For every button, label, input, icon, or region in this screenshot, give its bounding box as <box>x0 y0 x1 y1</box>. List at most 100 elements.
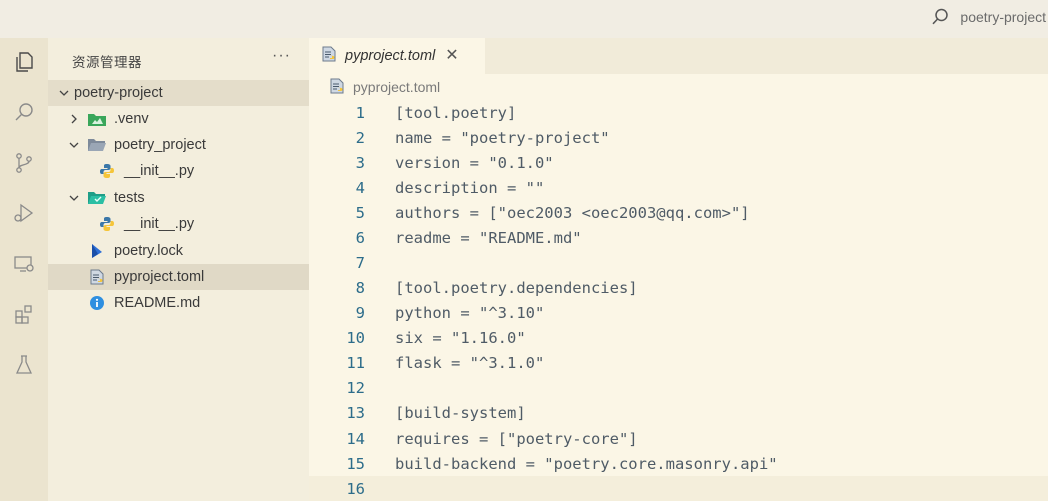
tree-item-label: poetry.lock <box>114 243 184 259</box>
code-line[interactable]: 6 readme = "README.md" <box>309 225 1048 250</box>
info-icon <box>88 295 106 311</box>
tree-item-label: tests <box>114 190 145 206</box>
activity-bar <box>0 38 48 501</box>
line-number: 8 <box>355 278 365 297</box>
line-number: 4 <box>355 178 365 197</box>
line-number: 16 <box>346 479 365 498</box>
line-number: 10 <box>346 328 365 347</box>
line-number: 14 <box>346 429 365 448</box>
tree-item-init-py[interactable]: __init__.py <box>48 158 309 184</box>
extensions-icon[interactable] <box>10 300 38 328</box>
code-line[interactable]: 16 <box>309 476 1048 501</box>
code-text: build-backend = "poetry.core.masonry.api… <box>395 454 778 473</box>
code-text: version = "0.1.0" <box>395 153 554 172</box>
python-file-icon <box>98 216 116 232</box>
breadcrumb-label: pyproject.toml <box>353 79 441 95</box>
toml-file-icon <box>329 78 345 97</box>
code-text: python = "^3.10" <box>395 303 545 322</box>
line-number: 13 <box>346 403 365 422</box>
line-number: 11 <box>346 353 365 372</box>
toml-file-icon <box>321 46 337 67</box>
tree-item-label: .venv <box>114 111 149 127</box>
run-debug-icon[interactable] <box>10 199 38 227</box>
code-line[interactable]: 13 [build-system] <box>309 400 1048 425</box>
tab-label: pyproject.toml <box>345 48 436 64</box>
tree-item-tests-folder[interactable]: tests <box>48 185 309 211</box>
python-file-icon <box>98 163 116 179</box>
tab-strip: pyproject.toml ✕ <box>309 38 1048 74</box>
venv-folder-icon <box>88 111 106 127</box>
remote-explorer-icon[interactable] <box>10 250 38 278</box>
tab-pyproject-toml[interactable]: pyproject.toml ✕ <box>309 38 485 74</box>
line-number: 9 <box>355 303 365 322</box>
code-line[interactable]: 9 python = "^3.10" <box>309 300 1048 325</box>
test-folder-icon <box>88 190 106 206</box>
code-line[interactable]: 8 [tool.poetry.dependencies] <box>309 275 1048 300</box>
code-text: authors = ["oec2003 <oec2003@qq.com>"] <box>395 203 750 222</box>
command-center-label: poetry-project <box>960 9 1046 25</box>
chevron-down-icon <box>66 190 82 206</box>
close-icon[interactable]: ✕ <box>445 48 458 64</box>
tree-item-poetry-project-folder[interactable]: poetry_project <box>48 132 309 158</box>
folder-open-icon <box>88 137 106 153</box>
code-text: [build-system] <box>395 403 526 422</box>
code-text: readme = "README.md" <box>395 228 582 247</box>
search-icon[interactable] <box>10 99 38 127</box>
line-number: 2 <box>355 128 365 147</box>
chevron-down-icon <box>56 85 72 101</box>
line-number: 3 <box>355 153 365 172</box>
code-text: six = "1.16.0" <box>395 328 526 347</box>
code-line[interactable]: 2 name = "poetry-project" <box>309 125 1048 150</box>
poetry-lock-icon <box>88 243 106 259</box>
code-text: name = "poetry-project" <box>395 128 610 147</box>
tree-item-label: poetry-project <box>74 85 163 101</box>
tree-item-label: poetry_project <box>114 137 206 153</box>
line-number: 6 <box>355 228 365 247</box>
code-text: flask = "^3.1.0" <box>395 353 545 372</box>
sidebar-title: 资源管理器 <box>72 55 142 71</box>
code-line[interactable]: 14 requires = ["poetry-core"] <box>309 426 1048 451</box>
tree-item-init-py[interactable]: __init__.py <box>48 211 309 237</box>
line-number: 7 <box>355 253 365 272</box>
sidebar-header: 资源管理器 ··· <box>48 38 309 80</box>
code-line[interactable]: 11 flask = "^3.1.0" <box>309 350 1048 375</box>
code-text: description = "" <box>395 178 545 197</box>
command-center-search[interactable]: poetry-project <box>930 0 1048 34</box>
code-line[interactable]: 4 description = "" <box>309 175 1048 200</box>
tree-item-venv[interactable]: .venv <box>48 106 309 132</box>
code-line[interactable]: 5 authors = ["oec2003 <oec2003@qq.com>"] <box>309 200 1048 225</box>
more-actions-button[interactable]: ··· <box>272 47 291 65</box>
code-text: requires = ["poetry-core"] <box>395 429 638 448</box>
code-line[interactable]: 12 <box>309 375 1048 400</box>
code-line[interactable]: 3 version = "0.1.0" <box>309 150 1048 175</box>
tree-item-label: __init__.py <box>124 163 195 179</box>
tree-item-pyproject-toml[interactable]: pyproject.toml <box>48 264 309 290</box>
code-line[interactable]: 7 <box>309 250 1048 275</box>
toml-file-icon <box>88 269 106 285</box>
tree-item-label: pyproject.toml <box>114 269 205 285</box>
line-number: 5 <box>355 203 365 222</box>
tree-item-label: __init__.py <box>124 216 195 232</box>
code-line[interactable]: 15 build-backend = "poetry.core.masonry.a… <box>309 451 1048 476</box>
code-line[interactable]: 10 six = "1.16.0" <box>309 325 1048 350</box>
explorer-sidebar: 资源管理器 ··· poetry-project .venv poetry_pr… <box>48 38 309 501</box>
line-number: 12 <box>346 378 365 397</box>
code-line[interactable]: 1 [tool.poetry] <box>309 100 1048 125</box>
code-text: [tool.poetry] <box>395 103 517 122</box>
chevron-down-icon <box>66 137 82 153</box>
search-icon <box>930 7 950 27</box>
code-text: [tool.poetry.dependencies] <box>395 278 638 297</box>
editor-area: pyproject.toml ✕ pyproject.toml 1 [tool.p… <box>309 38 1048 501</box>
tree-item-readme[interactable]: README.md <box>48 290 309 316</box>
source-control-icon[interactable] <box>10 149 38 177</box>
explorer-icon[interactable] <box>10 48 38 76</box>
tree-item-root[interactable]: poetry-project <box>48 80 309 106</box>
line-number: 15 <box>346 454 365 473</box>
breadcrumb[interactable]: pyproject.toml <box>329 78 440 96</box>
title-bar: poetry-project <box>0 0 1048 38</box>
line-number: 1 <box>355 103 365 122</box>
tree-item-poetry-lock[interactable]: poetry.lock <box>48 238 309 264</box>
testing-icon[interactable] <box>10 351 38 379</box>
chevron-right-icon <box>66 111 82 127</box>
tree-item-label: README.md <box>114 295 201 311</box>
